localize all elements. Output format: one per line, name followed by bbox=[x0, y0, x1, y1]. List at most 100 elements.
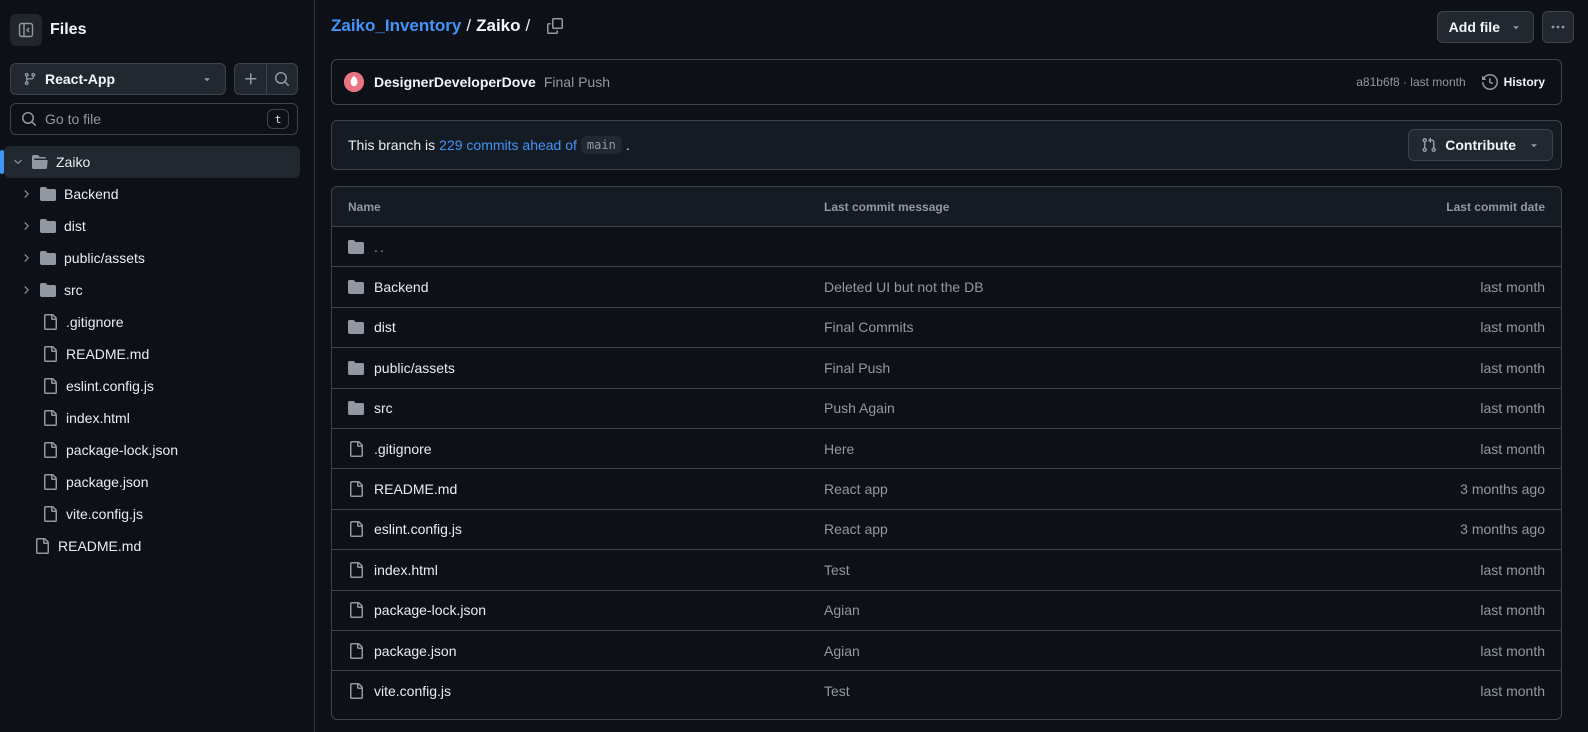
file-name-link[interactable]: README.md bbox=[374, 481, 457, 497]
commit-message-link[interactable]: Agian bbox=[824, 602, 1261, 618]
tree-file-item[interactable]: vite.config.js bbox=[0, 498, 315, 530]
file-icon bbox=[42, 506, 58, 522]
commit-message-link[interactable]: Final Push bbox=[544, 74, 610, 90]
more-options-button[interactable] bbox=[1542, 11, 1574, 43]
file-icon bbox=[348, 481, 364, 498]
file-name-link[interactable]: package.json bbox=[374, 643, 457, 659]
table-row[interactable]: src Push Again last month bbox=[332, 389, 1561, 429]
table-row[interactable]: dist Final Commits last month bbox=[332, 308, 1561, 349]
name-cell: package-lock.json bbox=[332, 602, 824, 619]
search-files-icon-button[interactable] bbox=[266, 64, 297, 94]
tree-item-label: package-lock.json bbox=[66, 442, 179, 458]
commit-author-link[interactable]: DesignerDeveloperDove bbox=[374, 74, 536, 90]
tree-file-item[interactable]: package.json bbox=[0, 466, 315, 498]
avatar[interactable] bbox=[344, 72, 364, 92]
file-name-link[interactable]: public/assets bbox=[374, 360, 455, 376]
go-to-file-input[interactable]: Go to file t bbox=[10, 103, 298, 135]
tree-file-item[interactable]: package-lock.json bbox=[0, 434, 315, 466]
table-row[interactable]: .gitignore Here last month bbox=[332, 429, 1561, 470]
tree-file-item[interactable]: README.md bbox=[0, 530, 315, 562]
table-row[interactable]: eslint.config.js React app 3 months ago bbox=[332, 510, 1561, 551]
tree-folder-item[interactable]: public/assets bbox=[0, 242, 315, 274]
folder-icon bbox=[348, 239, 364, 255]
tree-item-label: README.md bbox=[58, 538, 142, 554]
table-row[interactable]: README.md React app 3 months ago bbox=[332, 469, 1561, 510]
folder-icon bbox=[348, 319, 364, 335]
commits-ahead-link[interactable]: 229 commits ahead of bbox=[439, 137, 577, 153]
tree-file-item[interactable]: README.md bbox=[0, 338, 315, 370]
file-name-link[interactable]: Backend bbox=[374, 279, 428, 295]
breadcrumb-repo-link[interactable]: Zaiko_Inventory bbox=[331, 16, 461, 36]
parent-directory-row[interactable]: .. bbox=[332, 227, 1561, 268]
tree-folder-item[interactable]: src bbox=[0, 274, 315, 306]
file-name-link[interactable]: package-lock.json bbox=[374, 602, 486, 618]
commit-message-link[interactable]: Deleted UI but not the DB bbox=[824, 279, 1261, 295]
commit-message-link[interactable]: React app bbox=[824, 521, 1261, 537]
commit-message-link[interactable]: Test bbox=[824, 683, 1261, 699]
tree-file-item[interactable]: .gitignore bbox=[0, 306, 315, 338]
tree-item-label: .gitignore bbox=[66, 314, 124, 330]
file-icon bbox=[42, 378, 58, 394]
breadcrumb-separator: / bbox=[525, 16, 531, 35]
add-file-icon-button[interactable] bbox=[235, 64, 266, 94]
tree-item-label: src bbox=[64, 282, 83, 298]
tree-file-item[interactable]: index.html bbox=[0, 402, 315, 434]
chevron-right-icon[interactable] bbox=[18, 220, 34, 232]
tree-folder-item[interactable]: dist bbox=[0, 210, 315, 242]
file-name-link[interactable]: index.html bbox=[374, 562, 438, 578]
file-name-link[interactable]: eslint.config.js bbox=[374, 521, 462, 537]
name-cell: dist bbox=[332, 319, 824, 335]
tree-folder-item[interactable]: Backend bbox=[0, 178, 315, 210]
table-row[interactable]: public/assets Final Push last month bbox=[332, 348, 1561, 389]
chevron-down-icon[interactable] bbox=[10, 156, 26, 168]
chevron-right-icon[interactable] bbox=[18, 188, 34, 200]
collapse-sidebar-button[interactable] bbox=[10, 14, 42, 46]
history-link[interactable]: History bbox=[1481, 74, 1545, 90]
sidebar-collapse-icon bbox=[18, 22, 34, 38]
table-header: Name Last commit message Last commit dat… bbox=[332, 187, 1561, 227]
commit-message-link[interactable]: Final Commits bbox=[824, 319, 1261, 335]
tree-file-item[interactable]: eslint.config.js bbox=[0, 370, 315, 402]
branch-status-bar: This branch is 229 commits ahead of main… bbox=[331, 120, 1562, 170]
parent-directory-link[interactable]: .. bbox=[374, 239, 386, 255]
branch-selector-button[interactable]: React-App bbox=[10, 63, 226, 95]
commit-message-link[interactable]: Push Again bbox=[824, 400, 1261, 416]
history-label: History bbox=[1503, 75, 1545, 89]
file-name-link[interactable]: vite.config.js bbox=[374, 683, 451, 699]
tree-item-label: dist bbox=[64, 218, 86, 234]
table-row[interactable]: package.json Agian last month bbox=[332, 631, 1561, 672]
tree-item-label: eslint.config.js bbox=[66, 378, 154, 394]
tree-item-label: Zaiko bbox=[56, 154, 91, 170]
table-row[interactable]: index.html Test last month bbox=[332, 550, 1561, 591]
contribute-button[interactable]: Contribute bbox=[1408, 129, 1553, 161]
name-cell: .gitignore bbox=[332, 440, 824, 457]
copy-icon[interactable] bbox=[547, 18, 564, 34]
folder-icon bbox=[348, 279, 364, 295]
file-name-link[interactable]: .gitignore bbox=[374, 441, 432, 457]
column-header-date: Last commit date bbox=[1446, 199, 1545, 214]
commit-message-link[interactable]: Final Push bbox=[824, 360, 1261, 376]
add-file-button[interactable]: Add file bbox=[1436, 11, 1534, 43]
commit-date: 3 months ago bbox=[1460, 521, 1545, 538]
chevron-right-icon[interactable] bbox=[18, 284, 34, 296]
commit-message-link[interactable]: Agian bbox=[824, 643, 1261, 659]
triangle-down-icon bbox=[1528, 139, 1540, 151]
commit-message-link[interactable]: Test bbox=[824, 562, 1261, 578]
commit-sha-time[interactable]: a81b6f8 · last month bbox=[1356, 75, 1465, 89]
file-name-link[interactable]: dist bbox=[374, 319, 396, 335]
column-header-message: Last commit message bbox=[824, 199, 950, 214]
commit-date: last month bbox=[1480, 602, 1545, 619]
commit-message-link[interactable]: React app bbox=[824, 481, 1261, 497]
tree-item-label: Backend bbox=[64, 186, 119, 202]
tree-folder-item[interactable]: Zaiko bbox=[0, 146, 300, 178]
file-name-link[interactable]: src bbox=[374, 400, 393, 416]
breadcrumb-separator: / bbox=[466, 16, 472, 35]
table-row[interactable]: Backend Deleted UI but not the DB last mon… bbox=[332, 267, 1561, 308]
table-row[interactable]: package-lock.json Agian last month bbox=[332, 591, 1561, 631]
table-row[interactable]: vite.config.js Test last month bbox=[332, 671, 1561, 711]
commit-date: 3 months ago bbox=[1460, 481, 1545, 498]
commit-message-link[interactable]: Here bbox=[824, 441, 1261, 457]
branch-controls: React-App bbox=[10, 63, 298, 95]
folder-icon bbox=[40, 186, 56, 202]
chevron-right-icon[interactable] bbox=[18, 252, 34, 264]
